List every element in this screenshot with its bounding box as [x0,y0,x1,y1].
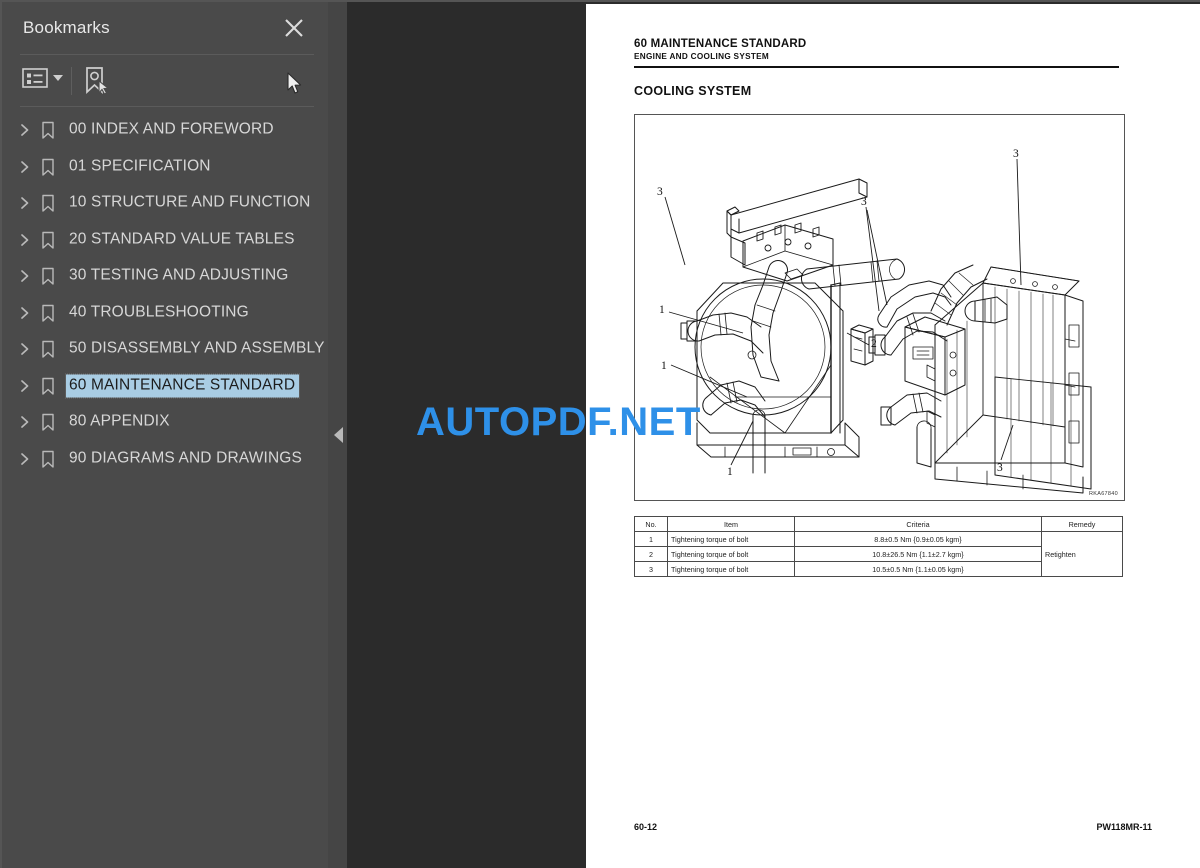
bookmark-item-label: 20 STANDARD VALUE TABLES [69,230,295,248]
svg-text:3: 3 [657,186,663,198]
document-viewport: 60 MAINTENANCE STANDARD ENGINE AND COOLI… [328,0,1200,868]
cooling-system-line-drawing: 3 1 1 1 2 3 3 3 [657,148,1092,494]
table-row: 1 Tightening torque of bolt 8.8±0.5 Nm {… [634,531,1123,577]
column-header-criteria: Criteria [794,516,1042,532]
bookmark-item-6[interactable]: 50 DISASSEMBLY AND ASSEMBLY [2,331,330,368]
page-header-subtitle: ENGINE AND COOLING SYSTEM [634,52,770,61]
chevron-right-icon[interactable] [18,269,32,283]
sidebar-divider-top [20,54,314,55]
bookmarks-toolbar [2,58,330,106]
bookmark-pointer-icon[interactable] [82,66,110,96]
column-header-no: No. [634,516,668,532]
cell-criteria: 10.5±0.5 Nm {1.1±0.05 kgm} [794,561,1042,577]
page-footer-number: 60-12 [634,822,658,832]
bookmark-flag-icon [40,121,56,139]
table-header-row: No. Item Criteria Remedy [634,516,1123,532]
bookmark-tree: 00 INDEX AND FOREWORD 01 SPECIFICATION 10 … [2,112,330,477]
bookmark-flag-icon [40,194,56,212]
figure-cooling-system: 3 1 1 1 2 3 3 3 RKA67840 [634,114,1125,501]
svg-text:3: 3 [1013,148,1019,160]
cell-criteria: 10.8±26.5 Nm {1.1±2.7 kgm} [794,546,1042,562]
chevron-right-icon[interactable] [18,196,32,210]
bookmark-item-0[interactable]: 00 INDEX AND FOREWORD [2,112,330,149]
svg-text:3: 3 [997,462,1003,474]
bookmark-item-label: 40 TROUBLESHOOTING [69,303,249,321]
bookmark-item-label: 50 DISASSEMBLY AND ASSEMBLY [69,339,325,357]
pdf-page: 60 MAINTENANCE STANDARD ENGINE AND COOLI… [586,4,1200,868]
cell-no: 3 [634,561,668,577]
page-section-title: COOLING SYSTEM [634,84,752,98]
cell-criteria: 8.8±0.5 Nm {0.9±0.05 kgm} [794,531,1042,547]
chevron-right-icon[interactable] [18,306,32,320]
column-header-item: Item [667,516,795,532]
bookmark-flag-icon [40,158,56,176]
bookmark-item-5[interactable]: 40 TROUBLESHOOTING [2,295,330,332]
bookmark-flag-icon [40,267,56,285]
toolbar-separator [71,67,72,95]
close-icon[interactable] [282,16,306,40]
chevron-right-icon[interactable] [18,233,32,247]
bookmark-item-1[interactable]: 01 SPECIFICATION [2,149,330,186]
bookmark-item-label: 00 INDEX AND FOREWORD [69,120,274,138]
bookmark-item-label: 80 APPENDIX [69,412,170,430]
cell-item: Tightening torque of bolt [667,546,795,562]
sidebar-resize-gutter[interactable] [328,2,347,868]
list-options-icon[interactable] [22,67,63,89]
bookmark-item-label: 60 MAINTENANCE STANDARD [64,373,301,399]
bookmark-item-label: 30 TESTING AND ADJUSTING [69,266,289,284]
bookmark-item-4[interactable]: 30 TESTING AND ADJUSTING [2,258,330,295]
column-header-remedy: Remedy [1041,516,1123,532]
bookmark-flag-icon [40,231,56,249]
cell-no: 1 [634,531,668,547]
maintenance-standard-table: No. Item Criteria Remedy 1 Tightening to… [634,516,1123,577]
page-footer-model: PW118MR-11 [1096,822,1152,832]
page-header-rule [634,66,1119,68]
bookmark-item-label: 90 DIAGRAMS AND DRAWINGS [69,449,302,467]
chevron-right-icon[interactable] [18,379,32,393]
cell-no: 2 [634,546,668,562]
bookmark-item-8[interactable]: 80 APPENDIX [2,404,330,441]
bookmark-flag-icon [40,304,56,322]
svg-text:3: 3 [861,196,867,208]
cell-item: Tightening torque of bolt [667,561,795,577]
bookmark-flag-icon [40,377,56,395]
bookmark-flag-icon [40,340,56,358]
svg-text:1: 1 [659,304,665,316]
cell-remedy: Retighten [1041,531,1123,577]
chevron-right-icon[interactable] [18,415,32,429]
pdf-viewer-window: Bookmarks 00 INDEX AND FOREWORD 01 SPECI… [0,0,1200,868]
chevron-right-icon[interactable] [18,123,32,137]
cell-item: Tightening torque of bolt [667,531,795,547]
svg-text:1: 1 [727,466,733,478]
svg-text:1: 1 [661,360,667,372]
sidebar-title: Bookmarks [23,18,110,37]
sidebar-divider-bottom [20,106,314,107]
bookmarks-sidebar: Bookmarks 00 INDEX AND FOREWORD 01 SPECI… [0,0,328,868]
bookmark-item-label: 01 SPECIFICATION [69,157,211,175]
bookmark-flag-icon [40,413,56,431]
bookmark-item-9[interactable]: 90 DIAGRAMS AND DRAWINGS [2,441,330,478]
bookmark-item-label: 10 STRUCTURE AND FUNCTION [69,193,311,211]
sidebar-header: Bookmarks [2,2,328,57]
bookmark-item-7[interactable]: 60 MAINTENANCE STANDARD [2,368,330,405]
triangle-left-icon[interactable] [334,427,343,443]
chevron-right-icon[interactable] [18,160,32,174]
chevron-right-icon[interactable] [18,342,32,356]
page-header-title: 60 MAINTENANCE STANDARD [634,38,807,50]
bookmark-item-2[interactable]: 10 STRUCTURE AND FUNCTION [2,185,330,222]
svg-text:2: 2 [871,338,877,350]
chevron-right-icon[interactable] [18,452,32,466]
chevron-down-icon [53,75,63,81]
figure-reference-code: RKA67840 [1088,491,1118,497]
bookmark-item-3[interactable]: 20 STANDARD VALUE TABLES [2,222,330,259]
bookmark-flag-icon [40,450,56,468]
